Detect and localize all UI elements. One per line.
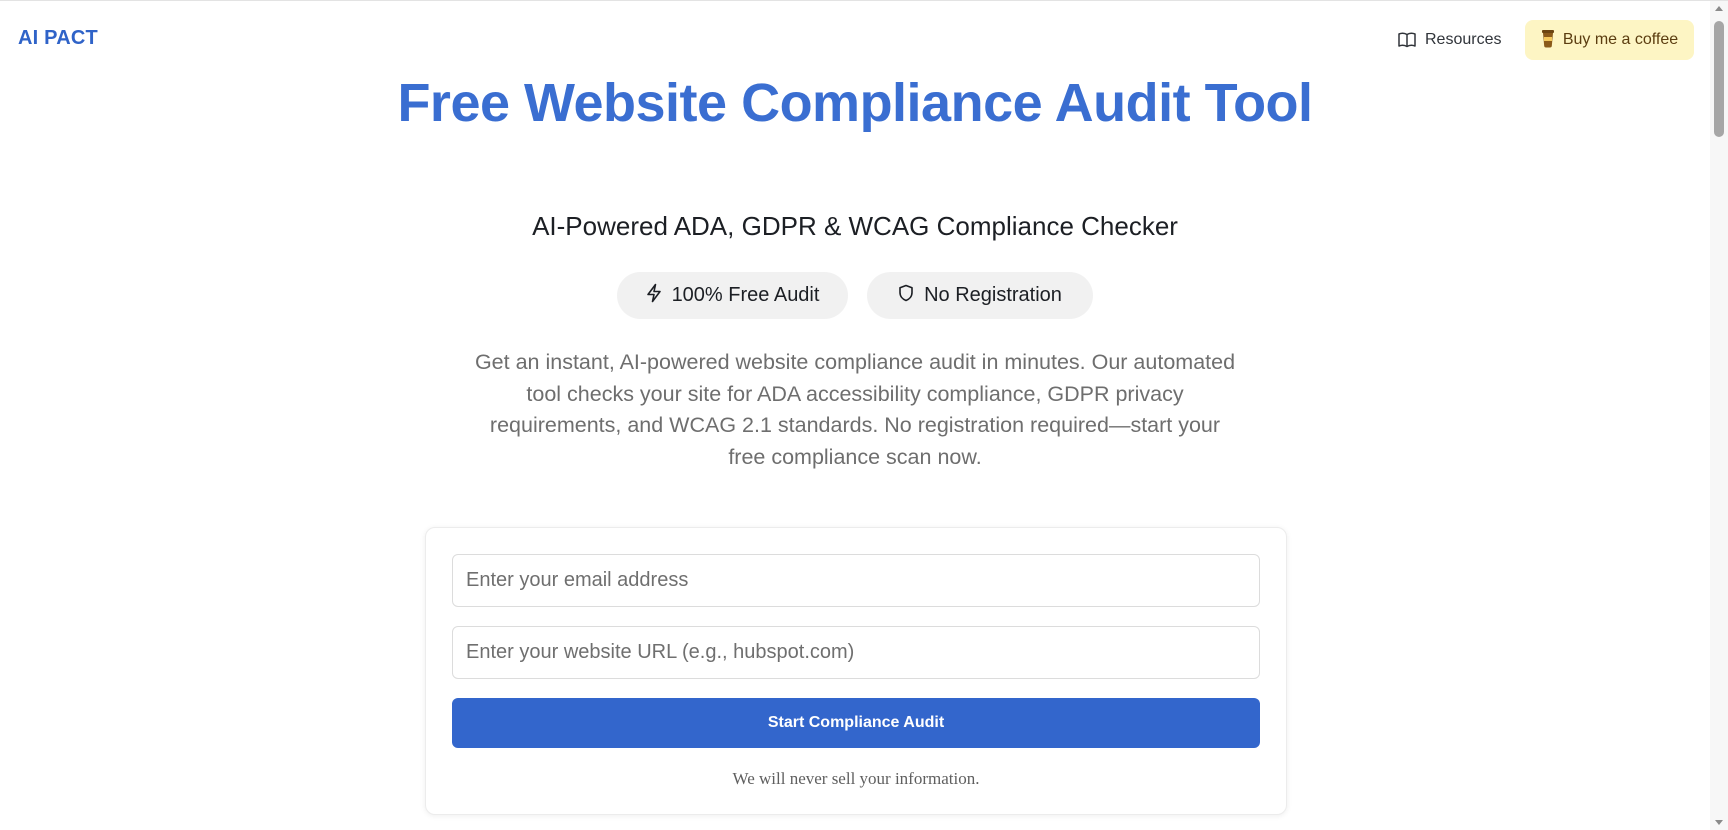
resources-label: Resources [1425, 31, 1502, 48]
free-audit-badge: 100% Free Audit [617, 272, 848, 319]
book-open-icon [1398, 32, 1416, 48]
website-url-input[interactable] [452, 626, 1260, 679]
resources-link[interactable]: Resources [1398, 27, 1501, 53]
page: AI PACT Resources Buy me a coffee Free W… [0, 0, 1728, 830]
privacy-note: We will never sell your information. [732, 769, 980, 788]
no-registration-label: No Registration [924, 284, 1062, 306]
page-scrollbar[interactable] [1710, 1, 1728, 830]
scroll-down-arrow-icon[interactable] [1715, 820, 1723, 825]
brand-logo[interactable]: AI PACT [18, 27, 98, 50]
start-audit-button[interactable]: Start Compliance Audit [452, 698, 1260, 748]
page-subtitle: AI-Powered ADA, GDPR & WCAG Compliance C… [532, 211, 1178, 241]
scrollbar-thumb[interactable] [1714, 21, 1724, 137]
scroll-up-arrow-icon[interactable] [1715, 6, 1723, 11]
email-input[interactable] [452, 554, 1260, 607]
lightning-icon [646, 283, 662, 309]
shield-icon [898, 284, 914, 308]
buy-coffee-label: Buy me a coffee [1562, 31, 1679, 48]
no-registration-badge: No Registration [867, 272, 1093, 319]
free-audit-label: 100% Free Audit [671, 284, 820, 306]
buy-coffee-button[interactable]: Buy me a coffee [1525, 20, 1694, 60]
hero-description: Get an instant, AI-powered website compl… [474, 350, 1236, 469]
coffee-cup-icon [1541, 28, 1555, 53]
audit-form-card: Start Compliance Audit We will never sel… [425, 527, 1287, 815]
page-title: Free Website Compliance Audit Tool [397, 73, 1313, 133]
